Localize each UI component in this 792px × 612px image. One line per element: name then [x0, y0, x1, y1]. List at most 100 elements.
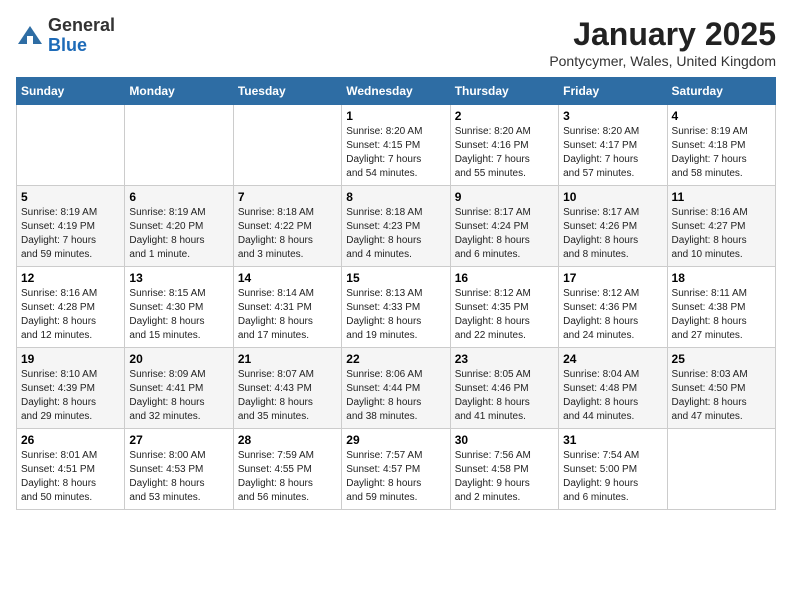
header-cell-saturday: Saturday: [667, 78, 775, 105]
day-cell: 6Sunrise: 8:19 AM Sunset: 4:20 PM Daylig…: [125, 186, 233, 267]
day-number: 15: [346, 271, 445, 285]
header-row: SundayMondayTuesdayWednesdayThursdayFrid…: [17, 78, 776, 105]
day-number: 23: [455, 352, 554, 366]
day-cell: 23 Sunrise: 8:05 AM Sunset: 4:46 PM Dayli…: [450, 348, 558, 429]
logo-text: General Blue: [48, 16, 115, 56]
logo-blue: Blue: [48, 36, 115, 56]
day-cell: 15 Sunrise: 8:13 AM Sunset: 4:33 PM Dayli…: [342, 267, 450, 348]
day-info: Sunrise: 8:10 AM Sunset: 4:39 PM Dayligh…: [21, 368, 120, 424]
day-cell: 10 Sunrise: 8:17 AM Sunset: 4:26 PM Dayli…: [559, 186, 667, 267]
day-number: 2: [455, 109, 554, 123]
logo-general: General: [48, 16, 115, 36]
day-cell: 4 Sunrise: 8:19 AM Sunset: 4:18 PM Daylig…: [667, 105, 775, 186]
day-number: 24: [563, 352, 662, 366]
day-cell: [17, 105, 125, 186]
week-row-5: 26Sunrise: 8:01 AM Sunset: 4:51 PM Dayli…: [17, 429, 776, 510]
day-info: Sunrise: 8:18 AM Sunset: 4:23 PM Dayligh…: [346, 206, 445, 262]
day-info: Sunrise: 8:09 AM Sunset: 4:41 PM Dayligh…: [129, 368, 228, 424]
day-info: Sunrise: 7:54 AM Sunset: 5:00 PM Dayligh…: [563, 449, 662, 505]
week-row-2: 5Sunrise: 8:19 AM Sunset: 4:19 PM Daylig…: [17, 186, 776, 267]
day-number: 13: [129, 271, 228, 285]
day-cell: 2 Sunrise: 8:20 AM Sunset: 4:16 PM Daylig…: [450, 105, 558, 186]
day-cell: 30 Sunrise: 7:56 AM Sunset: 4:58 PM Dayli…: [450, 429, 558, 510]
day-cell: 9 Sunrise: 8:17 AM Sunset: 4:24 PM Daylig…: [450, 186, 558, 267]
day-cell: 20 Sunrise: 8:09 AM Sunset: 4:41 PM Dayli…: [125, 348, 233, 429]
day-info: Sunrise: 8:05 AM Sunset: 4:46 PM Dayligh…: [455, 368, 554, 424]
day-info: Sunrise: 8:11 AM Sunset: 4:38 PM Dayligh…: [672, 287, 771, 343]
day-number: 4: [672, 109, 771, 123]
header-cell-tuesday: Tuesday: [233, 78, 341, 105]
day-cell: 17 Sunrise: 8:12 AM Sunset: 4:36 PM Dayli…: [559, 267, 667, 348]
day-number: 1: [346, 109, 445, 123]
calendar-subtitle: Pontycymer, Wales, United Kingdom: [549, 53, 776, 69]
day-number: 27: [129, 433, 228, 447]
header-cell-wednesday: Wednesday: [342, 78, 450, 105]
day-cell: 27 Sunrise: 8:00 AM Sunset: 4:53 PM Dayli…: [125, 429, 233, 510]
day-number: 18: [672, 271, 771, 285]
day-number: 20: [129, 352, 228, 366]
week-row-3: 12 Sunrise: 8:16 AM Sunset: 4:28 PM Dayli…: [17, 267, 776, 348]
day-info: Sunrise: 7:59 AM Sunset: 4:55 PM Dayligh…: [238, 449, 337, 505]
day-info: Sunrise: 8:20 AM Sunset: 4:17 PM Dayligh…: [563, 125, 662, 181]
day-info: Sunrise: 8:12 AM Sunset: 4:35 PM Dayligh…: [455, 287, 554, 343]
day-cell: 8 Sunrise: 8:18 AM Sunset: 4:23 PM Daylig…: [342, 186, 450, 267]
week-row-4: 19 Sunrise: 8:10 AM Sunset: 4:39 PM Dayli…: [17, 348, 776, 429]
day-number: 7: [238, 190, 337, 204]
day-number: 31: [563, 433, 662, 447]
day-info: Sunrise: 8:17 AM Sunset: 4:26 PM Dayligh…: [563, 206, 662, 262]
day-info: Sunrise: 8:17 AM Sunset: 4:24 PM Dayligh…: [455, 206, 554, 262]
day-number: 10: [563, 190, 662, 204]
day-info: Sunrise: 8:03 AM Sunset: 4:50 PM Dayligh…: [672, 368, 771, 424]
day-info: Sunrise: 7:57 AM Sunset: 4:57 PM Dayligh…: [346, 449, 445, 505]
day-cell: 3 Sunrise: 8:20 AM Sunset: 4:17 PM Daylig…: [559, 105, 667, 186]
day-cell: 21Sunrise: 8:07 AM Sunset: 4:43 PM Dayli…: [233, 348, 341, 429]
header-cell-sunday: Sunday: [17, 78, 125, 105]
day-cell: [125, 105, 233, 186]
day-number: 11: [672, 190, 771, 204]
day-info: Sunrise: 8:14 AM Sunset: 4:31 PM Dayligh…: [238, 287, 337, 343]
day-cell: 16Sunrise: 8:12 AM Sunset: 4:35 PM Dayli…: [450, 267, 558, 348]
header-cell-thursday: Thursday: [450, 78, 558, 105]
day-number: 6: [129, 190, 228, 204]
day-number: 12: [21, 271, 120, 285]
day-cell: 11Sunrise: 8:16 AM Sunset: 4:27 PM Dayli…: [667, 186, 775, 267]
header-cell-monday: Monday: [125, 78, 233, 105]
day-cell: 19 Sunrise: 8:10 AM Sunset: 4:39 PM Dayli…: [17, 348, 125, 429]
day-number: 30: [455, 433, 554, 447]
logo-icon: [16, 22, 44, 50]
day-number: 8: [346, 190, 445, 204]
day-number: 28: [238, 433, 337, 447]
day-cell: 13Sunrise: 8:15 AM Sunset: 4:30 PM Dayli…: [125, 267, 233, 348]
day-info: Sunrise: 8:06 AM Sunset: 4:44 PM Dayligh…: [346, 368, 445, 424]
day-number: 9: [455, 190, 554, 204]
day-number: 14: [238, 271, 337, 285]
day-info: Sunrise: 8:18 AM Sunset: 4:22 PM Dayligh…: [238, 206, 337, 262]
day-info: Sunrise: 8:19 AM Sunset: 4:18 PM Dayligh…: [672, 125, 771, 181]
day-info: Sunrise: 8:16 AM Sunset: 4:28 PM Dayligh…: [21, 287, 120, 343]
day-info: Sunrise: 8:00 AM Sunset: 4:53 PM Dayligh…: [129, 449, 228, 505]
day-number: 26: [21, 433, 120, 447]
day-info: Sunrise: 8:12 AM Sunset: 4:36 PM Dayligh…: [563, 287, 662, 343]
day-number: 25: [672, 352, 771, 366]
day-cell: 25 Sunrise: 8:03 AM Sunset: 4:50 PM Dayli…: [667, 348, 775, 429]
day-number: 17: [563, 271, 662, 285]
day-number: 5: [21, 190, 120, 204]
day-cell: 18 Sunrise: 8:11 AM Sunset: 4:38 PM Dayli…: [667, 267, 775, 348]
calendar-title: January 2025: [549, 16, 776, 53]
day-number: 3: [563, 109, 662, 123]
day-info: Sunrise: 8:07 AM Sunset: 4:43 PM Dayligh…: [238, 368, 337, 424]
day-info: Sunrise: 7:56 AM Sunset: 4:58 PM Dayligh…: [455, 449, 554, 505]
day-cell: [667, 429, 775, 510]
day-cell: 28 Sunrise: 7:59 AM Sunset: 4:55 PM Dayli…: [233, 429, 341, 510]
day-cell: 5Sunrise: 8:19 AM Sunset: 4:19 PM Daylig…: [17, 186, 125, 267]
day-cell: 1Sunrise: 8:20 AM Sunset: 4:15 PM Daylig…: [342, 105, 450, 186]
page-header: General Blue January 2025 Pontycymer, Wa…: [16, 16, 776, 69]
day-number: 29: [346, 433, 445, 447]
day-info: Sunrise: 8:20 AM Sunset: 4:16 PM Dayligh…: [455, 125, 554, 181]
day-cell: 14 Sunrise: 8:14 AM Sunset: 4:31 PM Dayli…: [233, 267, 341, 348]
day-cell: 7 Sunrise: 8:18 AM Sunset: 4:22 PM Daylig…: [233, 186, 341, 267]
day-info: Sunrise: 8:13 AM Sunset: 4:33 PM Dayligh…: [346, 287, 445, 343]
day-number: 19: [21, 352, 120, 366]
day-cell: 31 Sunrise: 7:54 AM Sunset: 5:00 PM Dayli…: [559, 429, 667, 510]
day-cell: 24Sunrise: 8:04 AM Sunset: 4:48 PM Dayli…: [559, 348, 667, 429]
